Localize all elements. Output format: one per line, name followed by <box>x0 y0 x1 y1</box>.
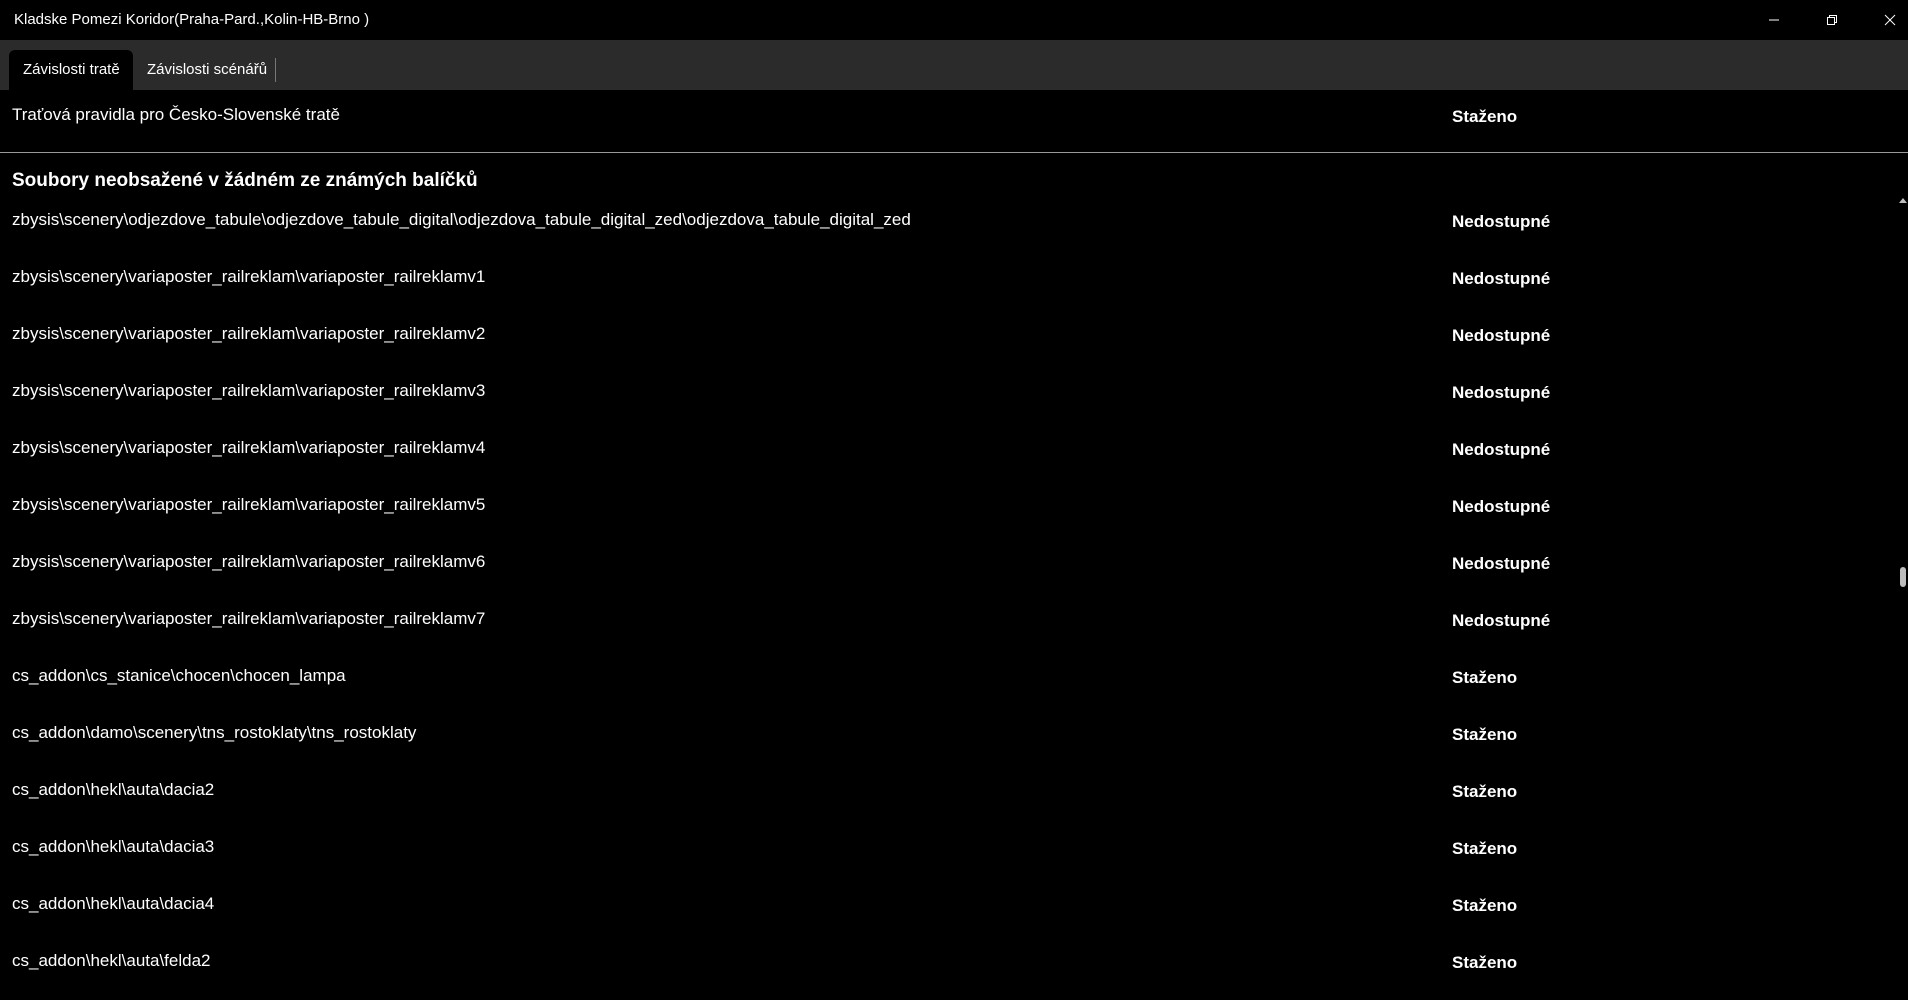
list-item[interactable]: zbysis\scenery\variaposter_railreklam\va… <box>0 552 1880 609</box>
section-divider <box>0 152 1908 153</box>
item-path: zbysis\scenery\variaposter_railreklam\va… <box>12 552 486 571</box>
title-bar: Kladske Pomezi Koridor(Praha-Pard.,Kolin… <box>0 0 1908 40</box>
item-path: cs_addon\hekl\auta\dacia4 <box>12 894 215 913</box>
list-item[interactable]: zbysis\scenery\odjezdove_tabule\odjezdov… <box>0 210 1880 267</box>
list-item[interactable]: zbysis\scenery\variaposter_railreklam\va… <box>0 267 1880 324</box>
close-button[interactable] <box>1862 0 1908 40</box>
list-item[interactable]: zbysis\scenery\variaposter_railreklam\va… <box>0 381 1880 438</box>
item-status: Staženo <box>1452 725 1518 744</box>
item-status: Staženo <box>1452 896 1518 915</box>
scroll-up-arrow-icon[interactable] <box>1899 198 1907 203</box>
item-status: Nedostupné <box>1452 554 1551 573</box>
item-path: zbysis\scenery\variaposter_railreklam\va… <box>12 438 486 457</box>
item-path: zbysis\scenery\variaposter_railreklam\va… <box>12 495 486 514</box>
item-status: Nedostupné <box>1452 497 1551 516</box>
item-status: Nedostupné <box>1452 212 1551 231</box>
item-status: Staženo <box>1452 953 1518 972</box>
item-path: cs_addon\hekl\auta\felda2 <box>12 951 211 970</box>
list-item[interactable]: cs_addon\hekl\auta\dacia4 Staženo <box>0 894 1880 951</box>
item-status: Staženo <box>1452 107 1518 126</box>
window-title: Kladske Pomezi Koridor(Praha-Pard.,Kolin… <box>14 11 370 28</box>
item-status: Nedostupné <box>1452 326 1551 345</box>
list-item[interactable]: cs_addon\hekl\auta\felda2 Staženo <box>0 951 1880 1000</box>
item-path: cs_addon\damo\scenery\tns_rostoklaty\tns… <box>12 723 417 742</box>
minimize-button[interactable] <box>1746 0 1802 40</box>
restore-icon <box>1827 15 1837 25</box>
restore-button[interactable] <box>1804 0 1860 40</box>
list-item[interactable]: cs_addon\damo\scenery\tns_rostoklaty\tns… <box>0 723 1880 780</box>
list-item[interactable]: zbysis\scenery\variaposter_railreklam\va… <box>0 495 1880 552</box>
item-path: cs_addon\hekl\auta\dacia3 <box>12 837 215 856</box>
list-item[interactable]: cs_addon\hekl\auta\dacia3 Staženo <box>0 837 1880 894</box>
item-status: Staženo <box>1452 839 1518 858</box>
file-list: zbysis\scenery\odjezdove_tabule\odjezdov… <box>0 210 1880 1000</box>
tab-separator <box>275 58 276 82</box>
list-item[interactable]: zbysis\scenery\variaposter_railreklam\va… <box>0 438 1880 495</box>
section-heading: Soubory neobsažené v žádném ze známých b… <box>12 170 478 191</box>
item-status: Nedostupné <box>1452 269 1551 288</box>
list-item[interactable]: zbysis\scenery\variaposter_railreklam\va… <box>0 609 1880 666</box>
item-status: Nedostupné <box>1452 383 1551 402</box>
item-name: Traťová pravidla pro Česko-Slovenské tra… <box>12 105 340 124</box>
scrollbar[interactable] <box>1896 196 1908 1000</box>
list-item[interactable]: zbysis\scenery\variaposter_railreklam\va… <box>0 324 1880 381</box>
tab-scenario-dependencies[interactable]: Závislosti scénářů <box>133 50 275 90</box>
list-item[interactable]: cs_addon\cs_stanice\chocen\chocen_lampa S… <box>0 666 1880 723</box>
item-path: zbysis\scenery\odjezdove_tabule\odjezdov… <box>12 210 911 229</box>
scroll-thumb[interactable] <box>1900 567 1906 587</box>
item-path: zbysis\scenery\variaposter_railreklam\va… <box>12 609 486 628</box>
item-path: zbysis\scenery\variaposter_railreklam\va… <box>12 267 486 286</box>
item-status: Nedostupné <box>1452 440 1551 459</box>
top-list-item[interactable]: Traťová pravidla pro Česko-Slovenské tra… <box>0 105 1880 162</box>
app-window: Kladske Pomezi Koridor(Praha-Pard.,Kolin… <box>0 0 1908 1000</box>
tab-track-dependencies[interactable]: Závislosti tratě <box>9 50 133 90</box>
list-item[interactable]: cs_addon\hekl\auta\dacia2 Staženo <box>0 780 1880 837</box>
minimize-icon <box>1769 19 1779 21</box>
item-path: zbysis\scenery\variaposter_railreklam\va… <box>12 324 486 343</box>
item-status: Staženo <box>1452 782 1518 801</box>
close-icon <box>1884 14 1896 26</box>
tab-bar: Závislosti tratě Závislosti scénářů <box>0 40 1908 90</box>
item-path: zbysis\scenery\variaposter_railreklam\va… <box>12 381 486 400</box>
item-status: Staženo <box>1452 668 1518 687</box>
item-status: Nedostupné <box>1452 611 1551 630</box>
item-path: cs_addon\hekl\auta\dacia2 <box>12 780 215 799</box>
item-path: cs_addon\cs_stanice\chocen\chocen_lampa <box>12 666 346 685</box>
